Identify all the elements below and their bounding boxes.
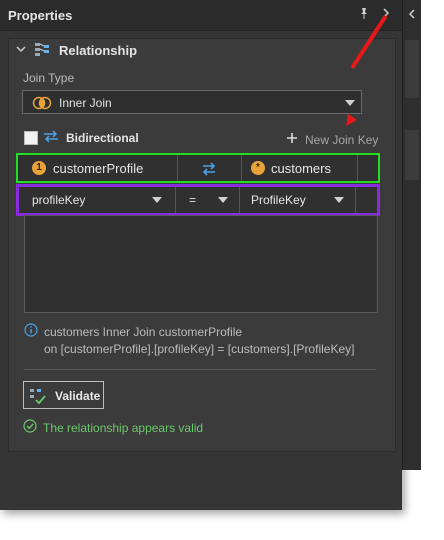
chevron-down-icon xyxy=(218,197,228,203)
join-type-label: Join Type xyxy=(23,71,75,85)
validate-icon xyxy=(29,387,47,408)
swap-arrows-icon[interactable] xyxy=(201,161,217,180)
side-tab-strip xyxy=(402,0,421,470)
panel-titlebar: Properties xyxy=(0,0,402,31)
left-key-value: profileKey xyxy=(32,193,86,207)
panel-title: Properties xyxy=(8,8,73,23)
info-icon xyxy=(24,323,38,340)
join-key-row: profileKey = ProfileKey xyxy=(16,184,380,216)
bidirectional-arrows-icon xyxy=(42,128,60,147)
validate-button[interactable]: Validate xyxy=(23,381,104,409)
plus-icon[interactable] xyxy=(286,132,298,147)
bidirectional-checkbox[interactable] xyxy=(24,131,38,145)
right-key-select[interactable]: ProfileKey xyxy=(240,187,356,213)
right-table-cell[interactable]: * customers xyxy=(242,155,358,181)
pin-icon[interactable] xyxy=(356,6,372,22)
operator-value: = xyxy=(189,193,197,207)
join-keys-grid xyxy=(24,215,378,313)
relationship-icon xyxy=(33,40,51,61)
annotation-arrowhead-icon xyxy=(344,112,360,131)
operator-select[interactable]: = xyxy=(176,187,240,213)
validate-label: Validate xyxy=(55,389,101,403)
chevron-left-icon[interactable] xyxy=(406,8,418,23)
collapse-chevron-icon[interactable] xyxy=(14,42,28,59)
right-table-name: customers xyxy=(271,161,331,176)
join-summary-line2: on [customerProfile].[profileKey] = [cus… xyxy=(44,342,355,356)
left-table-cell[interactable]: 1 customerProfile xyxy=(18,155,178,181)
many-cardinality-badge: * xyxy=(251,161,265,175)
section-title: Relationship xyxy=(59,43,138,58)
join-type-dropdown[interactable]: Inner Join xyxy=(22,90,362,114)
right-key-value: ProfileKey xyxy=(251,193,306,207)
side-tab[interactable] xyxy=(405,130,419,180)
chevron-down-icon xyxy=(345,100,355,106)
new-join-key-button[interactable]: New Join Key xyxy=(305,133,378,147)
swap-cell[interactable] xyxy=(178,155,242,181)
join-type-value: Inner Join xyxy=(59,96,112,110)
left-key-select[interactable]: profileKey xyxy=(19,187,176,213)
one-cardinality-badge: 1 xyxy=(32,161,46,175)
chevron-down-icon xyxy=(334,197,344,203)
side-tab[interactable] xyxy=(405,40,419,98)
validation-status: The relationship appears valid xyxy=(43,421,204,435)
join-tables-row: 1 customerProfile * customers xyxy=(16,153,380,183)
check-circle-icon xyxy=(23,419,37,436)
properties-panel: Properties Relationship Join Type Inner … xyxy=(0,0,402,510)
inner-join-icon xyxy=(32,96,52,113)
bidirectional-label: Bidirectional xyxy=(66,131,139,145)
chevron-down-icon xyxy=(152,197,162,203)
left-table-name: customerProfile xyxy=(53,161,144,176)
divider xyxy=(24,369,376,370)
join-summary-line1: customers Inner Join customerProfile xyxy=(44,325,243,339)
